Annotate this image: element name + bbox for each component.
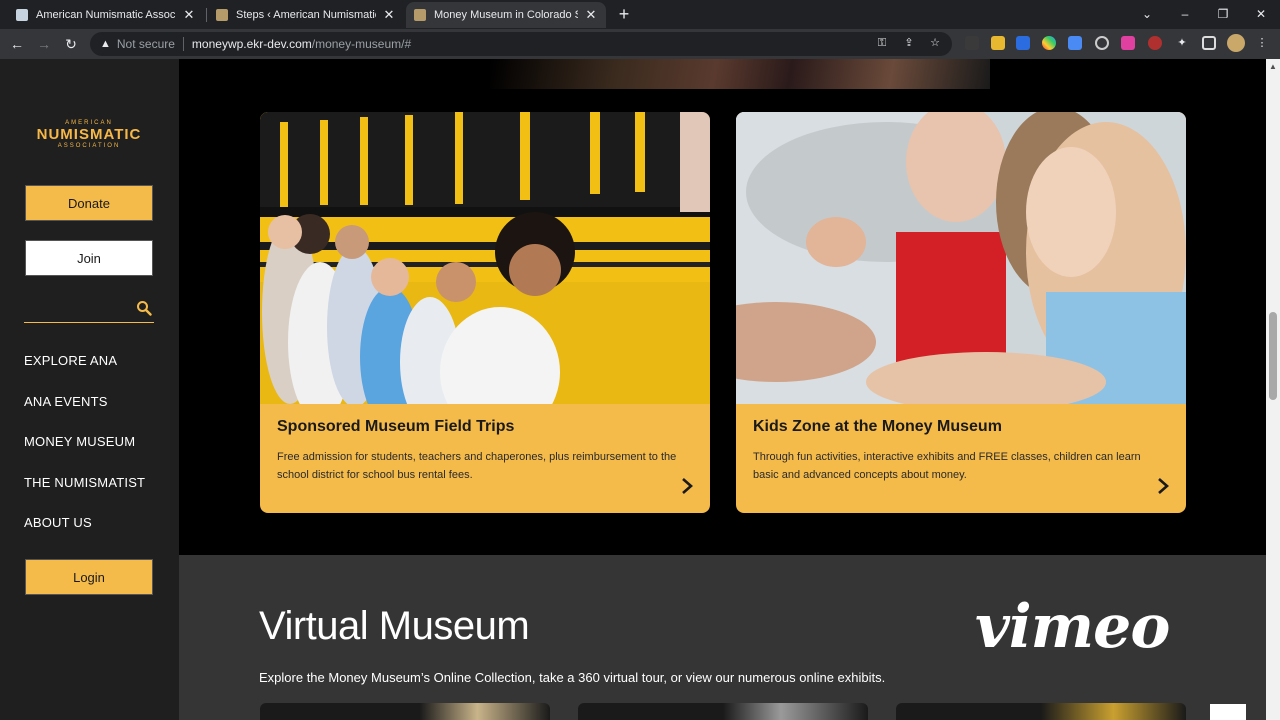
field-trips-card[interactable]: Sponsored Museum Field Trips Free admiss…: [260, 112, 710, 513]
card-title[interactable]: Sponsored Museum Field Trips: [277, 418, 514, 436]
login-button[interactable]: Login: [25, 559, 153, 595]
kebab-menu-icon[interactable]: ⋮: [1255, 36, 1269, 50]
exhibit-thumbnail[interactable]: [578, 703, 868, 720]
section-subtitle: Explore the Money Museum’s Online Collec…: [259, 670, 886, 685]
vimeo-watermark: vimeo: [975, 592, 1170, 662]
color-extension-icon[interactable]: [1042, 36, 1056, 50]
exhibit-thumbnail[interactable]: [260, 703, 550, 720]
side-panel-icon[interactable]: [1202, 36, 1216, 50]
kids-photo: [736, 112, 1186, 404]
key-icon[interactable]: ⚿: [875, 36, 889, 50]
chevron-right-icon[interactable]: [1156, 476, 1170, 496]
section-title: Virtual Museum: [259, 604, 530, 648]
url-host[interactable]: moneywp.ekr-dev.com: [192, 37, 312, 51]
ana-favicon-icon: [16, 9, 28, 21]
tab-steps[interactable]: Steps ‹ American Numismatic As ✕: [208, 2, 404, 28]
card-title[interactable]: Kids Zone at the Money Museum: [753, 418, 1002, 436]
close-icon[interactable]: ✕: [382, 7, 396, 23]
red-extension-icon[interactable]: [1148, 36, 1162, 50]
back-to-top-button[interactable]: [1210, 704, 1246, 720]
new-tab-icon[interactable]: +: [614, 4, 634, 24]
museum-favicon-icon: [414, 9, 426, 21]
donate-button[interactable]: Donate: [25, 185, 153, 221]
address-divider: [182, 37, 184, 51]
nav-the-numismatist[interactable]: THE NUMISMATIST: [24, 475, 145, 490]
tab-title: American Numismatic Associatio: [36, 9, 176, 21]
nav-about-us[interactable]: ABOUT US: [24, 515, 92, 530]
close-icon[interactable]: ✕: [584, 7, 598, 23]
search-icon[interactable]: [136, 300, 152, 316]
scroll-thumb[interactable]: [1269, 312, 1277, 400]
logo-line-3: ASSOCIATION: [57, 143, 121, 149]
address-bar[interactable]: ▲ Not secure moneywp.ekr-dev.com /money-…: [90, 32, 952, 56]
nav-explore-ana[interactable]: EXPLORE ANA: [24, 353, 117, 368]
tab-search-icon[interactable]: ⌄: [1136, 4, 1158, 24]
url-path[interactable]: /money-museum/#: [312, 37, 411, 51]
browser-toolbar: ← → ↻ ▲ Not secure moneywp.ekr-dev.com /…: [0, 29, 1280, 59]
extension-badge-icon[interactable]: [1016, 36, 1030, 50]
profile-avatar[interactable]: [1227, 34, 1245, 52]
sidebar: [0, 59, 179, 720]
bookmark-star-icon[interactable]: ☆: [928, 36, 942, 50]
tab-ana-home[interactable]: American Numismatic Associatio ✕: [8, 2, 204, 28]
ana-logo[interactable]: AMERICAN NUMISMATIC ASSOCIATION: [24, 120, 154, 149]
nav-money-museum[interactable]: MONEY MUSEUM: [24, 434, 135, 449]
card-description: Through fun activities, interactive exhi…: [753, 451, 1141, 481]
minimize-icon[interactable]: –: [1174, 4, 1196, 24]
logo-line-2: NUMISMATIC: [36, 126, 142, 143]
reload-icon[interactable]: ↻: [61, 34, 81, 54]
share-icon[interactable]: ⇪: [902, 36, 916, 50]
screen-extension-icon[interactable]: [1068, 36, 1082, 50]
back-arrow-icon[interactable]: ←: [7, 34, 27, 54]
scroll-up-icon[interactable]: ▲: [1266, 60, 1280, 74]
warning-icon[interactable]: ▲: [100, 38, 111, 50]
forward-arrow-icon[interactable]: →: [34, 34, 54, 54]
extension-icon[interactable]: [965, 36, 979, 50]
compass-icon[interactable]: [1095, 36, 1109, 50]
tab-separator: [206, 8, 207, 22]
card-description: Free admission for students, teachers an…: [277, 451, 677, 481]
pencil-extension-icon[interactable]: [991, 36, 1005, 50]
join-button[interactable]: Join: [25, 240, 153, 276]
window-close-icon[interactable]: ✕: [1250, 4, 1272, 24]
security-label[interactable]: Not secure: [117, 37, 175, 51]
browser-tab-bar: American Numismatic Associatio ✕ Steps ‹…: [0, 0, 1280, 29]
wordpress-favicon-icon: [216, 9, 228, 21]
puzzle-icon[interactable]: ✦: [1175, 36, 1189, 50]
tab-title: Steps ‹ American Numismatic As: [236, 9, 376, 21]
kids-zone-card[interactable]: Kids Zone at the Money Museum Through fu…: [736, 112, 1186, 513]
maximize-icon[interactable]: ❐: [1212, 4, 1234, 24]
tab-title: Money Museum in Colorado Spri: [434, 9, 578, 21]
tab-money-museum[interactable]: Money Museum in Colorado Spri ✕: [406, 2, 606, 28]
search-input[interactable]: [24, 297, 154, 323]
hero-image-fragment: [490, 59, 990, 89]
school-bus-photo: [260, 112, 710, 404]
exhibit-thumbnail[interactable]: [896, 703, 1186, 720]
record-extension-icon[interactable]: [1121, 36, 1135, 50]
close-icon[interactable]: ✕: [182, 7, 196, 23]
nav-ana-events[interactable]: ANA EVENTS: [24, 394, 108, 409]
chevron-right-icon[interactable]: [680, 476, 694, 496]
